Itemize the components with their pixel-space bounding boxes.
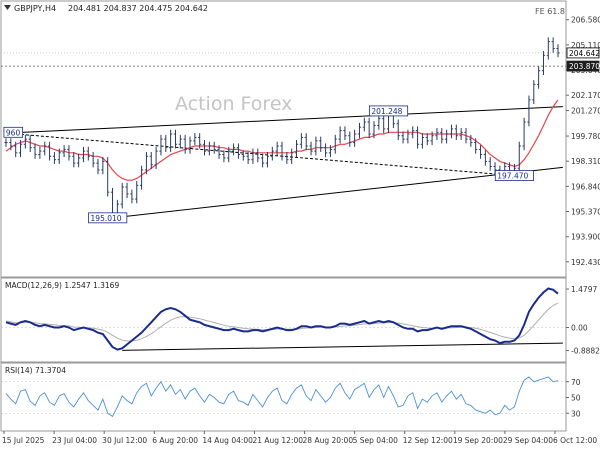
xtick-label: 23 Jul 04:00 — [52, 436, 97, 445]
xtick-label: 15 Jul 2025 — [2, 436, 45, 445]
xtick-label: 6 Oct 12:00 — [553, 436, 597, 445]
price-annotation-label: 960 — [6, 128, 21, 137]
ohlc-values: 204.481 204.837 204.475 204.642 — [68, 4, 208, 13]
xtick-label: 5 Sep 04:00 — [353, 436, 399, 445]
chart-background — [0, 0, 600, 450]
rsi-ytick-label: 30 — [571, 409, 581, 418]
watermark: Action Forex — [175, 93, 292, 115]
macd-ytick-label: 1.4797 — [571, 285, 597, 294]
rsi-ytick-label: 50 — [571, 394, 581, 403]
level-price-tag-text: 203.870 — [569, 62, 600, 71]
xtick-label: 30 Jul 12:00 — [102, 436, 147, 445]
price-ytick-label: 192.430 — [571, 258, 600, 267]
xtick-label: 29 Sep 04:00 — [503, 436, 553, 445]
xtick-label: 21 Aug 12:00 — [252, 436, 303, 445]
price-ytick-label: 198.310 — [571, 157, 600, 166]
price-ytick-label: 196.840 — [571, 182, 600, 191]
price-ytick-label: 202.170 — [571, 91, 600, 100]
xtick-label: 28 Aug 20:00 — [303, 436, 354, 445]
price-ytick-label: 195.370 — [571, 208, 600, 217]
xtick-label: 19 Sep 20:00 — [453, 436, 503, 445]
macd-ytick-label: -0.8882 — [571, 347, 600, 356]
gbpjpy-chart: GBPJPY,H4 204.481 204.837 204.475 204.64… — [0, 0, 600, 450]
price-annotation-label: 197.470 — [497, 172, 528, 181]
xtick-label: 14 Aug 04:00 — [202, 436, 253, 445]
price-ytick-label: 206.580 — [571, 16, 600, 25]
symbol-label: GBPJPY,H4 — [14, 4, 56, 13]
price-annotation-label: 201.248 — [371, 107, 402, 116]
price-ytick-label: 193.900 — [571, 233, 600, 242]
fe-label: FE 61.8 — [535, 7, 565, 16]
rsi-title: RSI(14) 71.3704 — [5, 366, 66, 375]
macd-title: MACD(12,26,9) 1.2547 1.3169 — [5, 281, 119, 290]
chart-root: GBPJPY,H4 204.481 204.837 204.475 204.64… — [0, 0, 600, 450]
xtick-label: 6 Aug 20:00 — [152, 436, 198, 445]
price-ytick-label: 199.780 — [571, 132, 600, 141]
price-ytick-label: 201.270 — [571, 107, 600, 116]
rsi-ytick-label: 70 — [571, 378, 581, 387]
price-annotation-label: 195.010 — [91, 214, 122, 223]
current-price-tag-text: 204.642 — [569, 49, 600, 58]
macd-ytick-label: 0.00 — [571, 324, 588, 333]
xtick-label: 12 Sep 12:00 — [403, 436, 453, 445]
